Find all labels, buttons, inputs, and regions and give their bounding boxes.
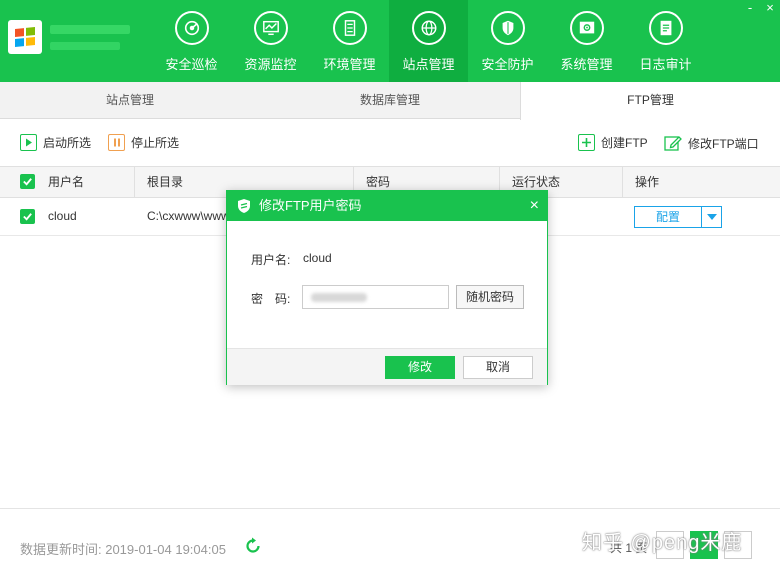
create-ftp-label: 创建FTP xyxy=(601,136,648,150)
edit-ftp-port-button[interactable]: 修改FTP端口 xyxy=(664,134,759,152)
header-username: 用户名 xyxy=(48,175,85,189)
ftp-toolbar: 启动所选 停止所选 创建FTP 修改FTP端口 xyxy=(0,120,780,166)
server-icon xyxy=(332,11,367,45)
tab-ftp-management[interactable]: FTP管理 xyxy=(520,82,780,120)
header-operations: 操作 xyxy=(622,167,659,197)
app-logo xyxy=(8,20,42,54)
header-root-directory: 根目录 xyxy=(134,167,183,197)
select-all-checkbox[interactable] xyxy=(20,174,35,189)
globe-icon xyxy=(411,11,446,45)
plus-icon xyxy=(578,134,595,151)
dialog-close-button[interactable]: × xyxy=(530,191,539,221)
minimize-button[interactable]: - xyxy=(740,0,760,18)
gear-window-icon xyxy=(569,11,604,45)
nav-label: 资源监控 xyxy=(244,57,297,72)
brand-name-blurred xyxy=(50,20,145,58)
window-controls: - × xyxy=(720,0,780,18)
play-icon xyxy=(20,134,37,151)
windows-logo-icon xyxy=(15,26,35,48)
nav-item-resource-monitor[interactable]: 资源监控 xyxy=(231,0,310,82)
edit-pencil-icon xyxy=(664,136,682,151)
checkmark-icon xyxy=(23,178,32,186)
config-split-button: 配置 xyxy=(634,206,722,228)
nav-item-system-management[interactable]: 系统管理 xyxy=(547,0,626,82)
nav-label: 站点管理 xyxy=(402,57,455,72)
password-label: 密 码: xyxy=(251,292,291,306)
config-button[interactable]: 配置 xyxy=(635,207,701,227)
start-selected-label: 启动所选 xyxy=(43,136,92,150)
monitor-chart-icon xyxy=(253,11,288,45)
main-nav: 安全巡检 资源监控 环境管理 站点管理 安全防护 系统管理 日志审计 xyxy=(152,0,705,82)
tab-database-management[interactable]: 数据库管理 xyxy=(260,82,520,119)
nav-label: 日志审计 xyxy=(639,57,692,72)
nav-item-security-protection[interactable]: 安全防护 xyxy=(468,0,547,82)
dialog-title: 修改FTP用户密码 xyxy=(259,198,362,213)
cell-root-directory: C:\cxwww\www xyxy=(147,209,230,223)
username-value: cloud xyxy=(303,251,332,265)
watermark: 知乎 @peng米鹿 xyxy=(582,532,743,554)
confirm-modify-button[interactable]: 修改 xyxy=(385,356,455,379)
nav-label: 系统管理 xyxy=(560,57,613,72)
dialog-body: 用户名: cloud 密 码: 随机密码 xyxy=(227,221,547,348)
chevron-down-icon[interactable] xyxy=(701,207,721,227)
password-blurred xyxy=(311,293,367,302)
nav-item-log-audit[interactable]: 日志审计 xyxy=(626,0,705,82)
password-input[interactable] xyxy=(302,285,449,309)
username-label: 用户名: xyxy=(251,253,291,267)
pause-icon xyxy=(108,134,125,151)
nav-item-security-inspection[interactable]: 安全巡检 xyxy=(152,0,231,82)
nav-label: 安全巡检 xyxy=(165,57,218,72)
nav-item-environment[interactable]: 环境管理 xyxy=(310,0,389,82)
stop-selected-button[interactable]: 停止所选 xyxy=(108,134,179,151)
tab-site-management[interactable]: 站点管理 xyxy=(0,82,260,119)
random-password-button[interactable]: 随机密码 xyxy=(456,285,524,309)
edit-ftp-port-label: 修改FTP端口 xyxy=(688,136,759,151)
start-selected-button[interactable]: 启动所选 xyxy=(20,134,91,151)
data-update-time: 数据更新时间: 2019-01-04 19:04:05 xyxy=(20,542,226,557)
dialog-footer: 修改 取消 xyxy=(227,348,547,385)
top-header: 安全巡检 资源监控 环境管理 站点管理 安全防护 系统管理 日志审计 - × xyxy=(0,0,780,82)
dialog-title-bar: 修改FTP用户密码 × xyxy=(227,191,547,221)
cell-username: cloud xyxy=(48,209,77,223)
change-ftp-password-dialog: 修改FTP用户密码 × 用户名: cloud 密 码: 随机密码 修改 取消 xyxy=(226,190,548,385)
document-icon xyxy=(648,11,683,45)
nav-item-site-management[interactable]: 站点管理 xyxy=(389,0,468,82)
radar-icon xyxy=(174,11,209,45)
checkmark-icon xyxy=(23,213,32,221)
nav-label: 环境管理 xyxy=(323,57,376,72)
row-checkbox[interactable] xyxy=(20,209,35,224)
shield-icon xyxy=(490,11,525,45)
refresh-icon[interactable] xyxy=(244,537,262,555)
stop-selected-label: 停止所选 xyxy=(131,136,180,150)
cancel-button[interactable]: 取消 xyxy=(463,356,533,379)
sub-tabs: 站点管理 数据库管理 FTP管理 xyxy=(0,82,780,120)
shield-logo-icon xyxy=(238,199,250,213)
nav-label: 安全防护 xyxy=(481,57,534,72)
create-ftp-button[interactable]: 创建FTP xyxy=(578,134,648,151)
close-window-button[interactable]: × xyxy=(760,0,780,18)
